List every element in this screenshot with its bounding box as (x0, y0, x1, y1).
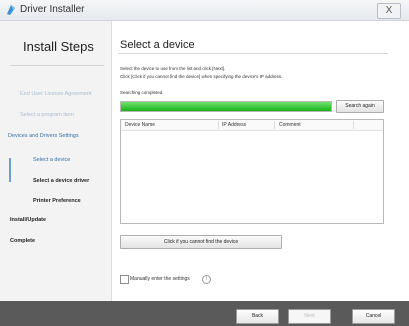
current-step-marker (9, 158, 11, 182)
next-button[interactable]: Next (288, 309, 331, 324)
step-select-program-item: Select a program item (20, 112, 74, 118)
step-install-update: Install/Update (10, 217, 47, 223)
title-divider (118, 53, 388, 54)
back-button[interactable]: Back (236, 309, 279, 324)
step-select-a-device-driver: Select a device driver (33, 178, 90, 184)
column-divider (218, 121, 219, 129)
instruction-line-1: Select the device to use from the list a… (120, 66, 226, 71)
device-list-header: Device Name IP Address Comment (121, 120, 383, 131)
info-icon[interactable]: i (202, 275, 211, 284)
step-devices-and-drivers-settings: Devices and Drivers Settings (8, 133, 79, 139)
step-end-user-license-agreement: End User License Agreement (20, 91, 92, 97)
footer-bar: Back Next Cancel (0, 301, 409, 326)
manual-settings-label[interactable]: Manually enter the settings (130, 276, 190, 282)
sidebar-divider (10, 65, 104, 66)
step-complete: Complete (10, 238, 36, 244)
search-progress-bar (120, 101, 332, 112)
close-button[interactable]: X (377, 3, 401, 19)
title-bar: Driver Installer X (0, 0, 409, 21)
install-steps-sidebar: Install Steps End User License Agreement… (0, 21, 112, 301)
instruction-line-2: Click [Click if you cannot find the devi… (120, 74, 283, 79)
cannot-find-device-button[interactable]: Click if you cannot find the device (120, 235, 282, 249)
search-status: Searching completed. (120, 90, 164, 95)
step-select-a-device: Select a device (33, 157, 71, 163)
window-title: Driver Installer (20, 4, 85, 15)
step-printer-preference: Printer Preference (33, 198, 81, 204)
cancel-button[interactable]: Cancel (352, 309, 395, 324)
column-ip-address[interactable]: IP Address (222, 122, 246, 128)
device-list-table[interactable]: Device Name IP Address Comment (120, 119, 384, 224)
close-icon: X (385, 5, 393, 16)
page-title: Select a device (120, 39, 195, 51)
search-again-button[interactable]: Search again (336, 100, 384, 113)
column-comment[interactable]: Comment (279, 122, 301, 128)
column-divider (353, 121, 354, 129)
sidebar-title: Install Steps (23, 39, 94, 54)
manual-settings-checkbox[interactable] (120, 275, 129, 284)
driver-installer-icon (7, 5, 15, 15)
column-divider (274, 121, 275, 129)
column-device-name[interactable]: Device Name (125, 122, 155, 128)
search-progress-fill (121, 102, 331, 111)
